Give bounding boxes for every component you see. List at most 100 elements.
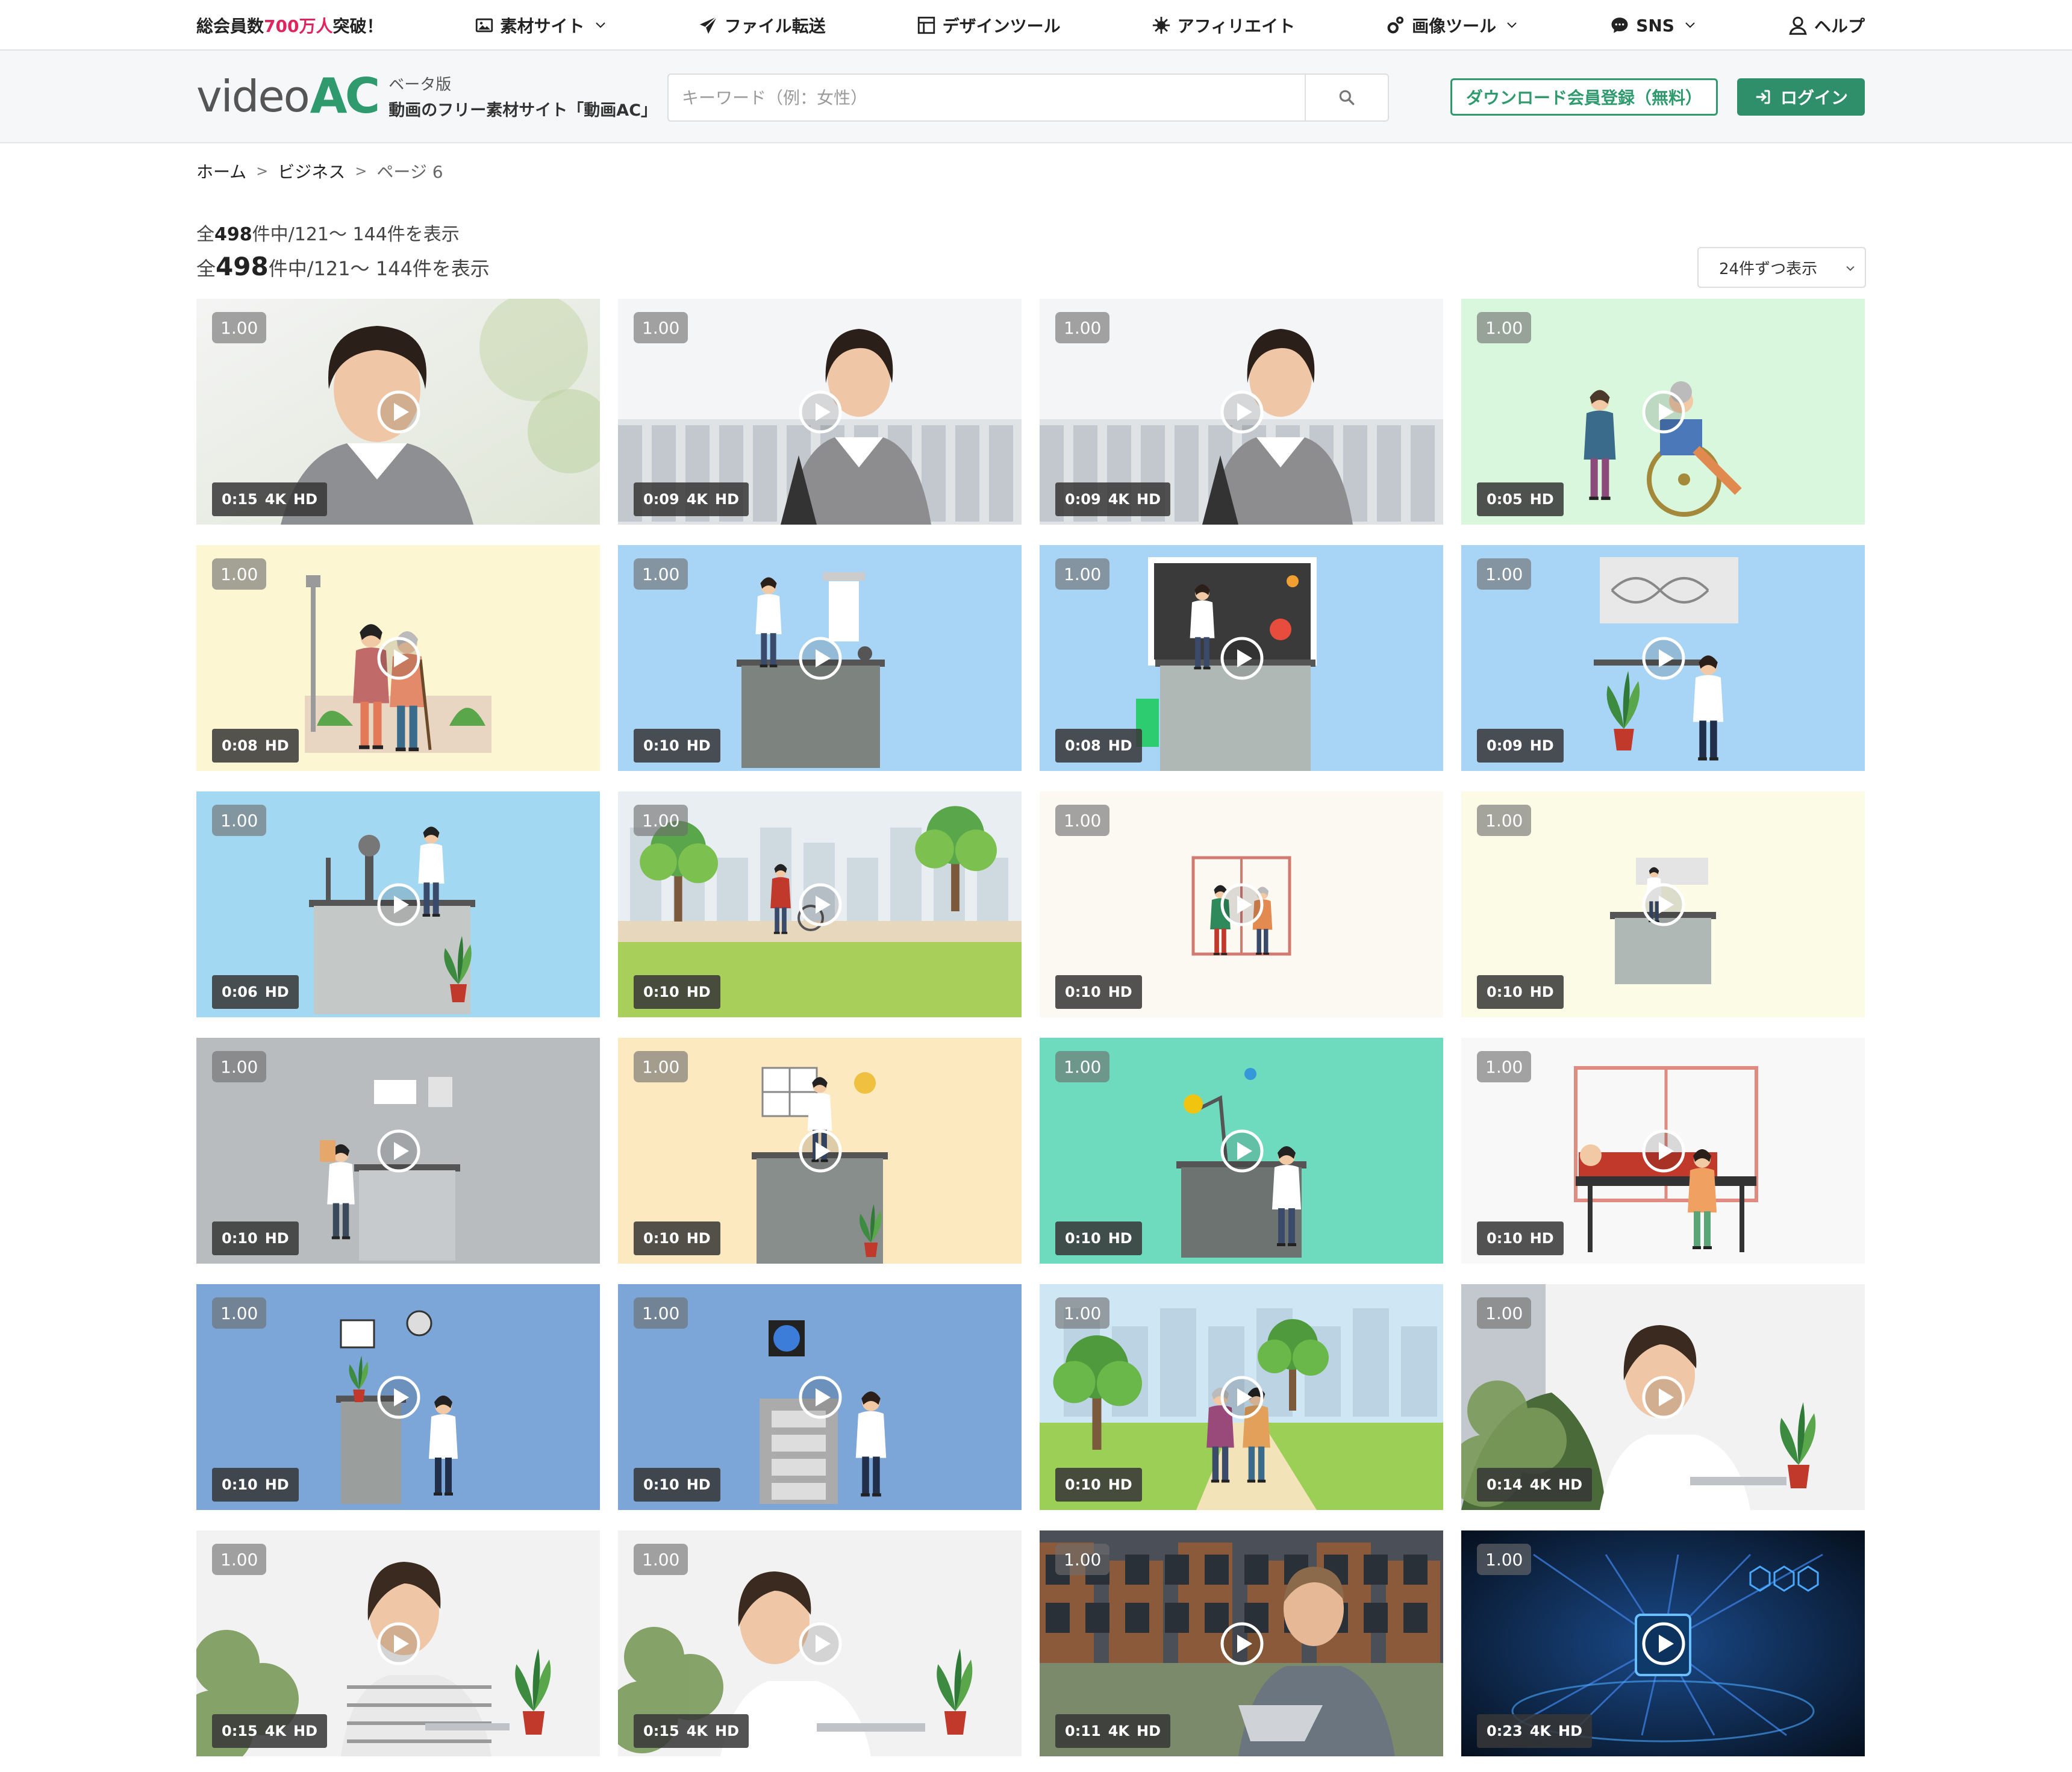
per-page-select[interactable]: 24件ずつ表示 [1697, 247, 1866, 288]
play-icon[interactable] [376, 1621, 421, 1666]
nav-sns[interactable]: SNS [1609, 15, 1697, 36]
duration-badge: 0:09 4K HD [634, 482, 749, 516]
video-card[interactable]: 1.00 0:14 4K HD [1461, 1284, 1865, 1510]
play-icon[interactable] [1220, 1375, 1264, 1420]
nav-image-tools-label: 画像ツール [1412, 16, 1497, 36]
play-icon[interactable] [798, 636, 843, 681]
resolution-4k-label: 4K [1529, 1723, 1551, 1739]
play-icon[interactable] [1220, 390, 1264, 434]
play-icon[interactable] [798, 390, 843, 434]
resolution-hd-label: HD [1558, 1476, 1583, 1493]
video-card[interactable]: 1.00 0:10 HD [1461, 1038, 1865, 1264]
play-icon[interactable] [1220, 882, 1264, 927]
video-card[interactable]: 1.00 0:10 HD [618, 545, 1022, 771]
duration-badge: 0:10 HD [1055, 975, 1142, 1009]
score-badge: 1.00 [1055, 312, 1110, 343]
video-card[interactable]: 1.00 0:08 HD [1040, 545, 1443, 771]
play-icon[interactable] [1641, 1375, 1686, 1420]
video-card[interactable]: 1.00 0:10 HD [196, 1284, 600, 1510]
video-card[interactable]: 1.00 0:10 HD [1040, 1038, 1443, 1264]
site-header: video AC ベータ版 動画のフリー素材サイト「動画AC」 ダウンロード会員… [0, 51, 2072, 143]
video-card[interactable]: 1.00 0:10 HD [618, 1038, 1022, 1264]
duration-badge: 0:15 4K HD [634, 1714, 749, 1748]
video-card[interactable]: 1.00 0:08 HD [196, 545, 600, 771]
video-card[interactable]: 1.00 0:05 HD [1461, 299, 1865, 525]
play-icon[interactable] [1641, 1129, 1686, 1173]
members-count: 700万人 [264, 16, 333, 36]
play-icon[interactable] [376, 882, 421, 927]
video-card[interactable]: 1.00 0:10 HD [196, 1038, 600, 1264]
resolution-hd-label: HD [686, 1230, 711, 1247]
register-button[interactable]: ダウンロード会員登録（無料） [1450, 78, 1718, 116]
search-button[interactable] [1305, 75, 1388, 120]
video-card[interactable]: 1.00 0:10 HD [1040, 1284, 1443, 1510]
beta-label: ベータ版 [388, 76, 452, 94]
video-card[interactable]: 1.00 0:15 4K HD [196, 1530, 600, 1756]
nav-design-tool-label: デザインツール [942, 16, 1061, 36]
play-icon[interactable] [1641, 390, 1686, 434]
play-icon[interactable] [1641, 636, 1686, 681]
video-card[interactable]: 1.00 0:15 4K HD [618, 1530, 1022, 1756]
play-icon[interactable] [1641, 882, 1686, 927]
video-card[interactable]: 1.00 0:10 HD [1040, 791, 1443, 1017]
paper-plane-icon [699, 16, 717, 34]
nav-image-tools[interactable]: 画像ツール [1385, 13, 1519, 37]
video-card[interactable]: 1.00 0:15 4K HD [196, 299, 600, 525]
per-page-value: 24件ずつ表示 [1719, 260, 1818, 278]
play-icon[interactable] [798, 1621, 843, 1666]
play-icon[interactable] [798, 882, 843, 927]
breadcrumb-business[interactable]: ビジネス [278, 159, 345, 183]
video-card[interactable]: 1.00 0:11 4K HD [1040, 1530, 1443, 1756]
play-icon[interactable] [1220, 1621, 1264, 1666]
nav-material-sites[interactable]: 素材サイト [474, 13, 608, 37]
resolution-4k-label: 4K [1108, 491, 1129, 508]
play-icon[interactable] [376, 1375, 421, 1420]
video-card[interactable]: 1.00 0:23 4K HD [1461, 1530, 1865, 1756]
resolution-hd-label: HD [1137, 491, 1161, 508]
site-logo[interactable]: video AC ベータ版 動画のフリー素材サイト「動画AC」 [196, 72, 657, 120]
login-button[interactable]: ログイン [1737, 78, 1865, 116]
chevron-down-icon [1507, 22, 1517, 28]
video-card[interactable]: 1.00 0:09 HD [1461, 545, 1865, 771]
duration-badge: 0:10 HD [634, 729, 720, 763]
play-icon[interactable] [798, 1129, 843, 1173]
play-icon[interactable] [1220, 1129, 1264, 1173]
play-icon[interactable] [376, 1129, 421, 1173]
resolution-hd-label: HD [264, 984, 289, 1000]
score-badge: 1.00 [634, 312, 688, 343]
play-icon[interactable] [1220, 636, 1264, 681]
video-card[interactable]: 1.00 0:10 HD [1461, 791, 1865, 1017]
video-duration: 0:14 [1487, 1476, 1523, 1493]
video-duration: 0:08 [222, 737, 258, 754]
video-card[interactable]: 1.00 0:10 HD [618, 791, 1022, 1017]
play-icon[interactable] [1641, 1621, 1686, 1666]
video-duration: 0:10 [1065, 984, 1101, 1000]
duration-badge: 0:09 HD [1477, 729, 1564, 763]
video-card[interactable]: 1.00 0:06 HD [196, 791, 600, 1017]
duration-badge: 0:14 4K HD [1477, 1468, 1593, 1502]
nav-design-tool[interactable]: デザインツール [916, 13, 1061, 37]
play-icon[interactable] [376, 636, 421, 681]
video-duration: 0:06 [222, 984, 258, 1000]
play-icon[interactable] [798, 1375, 843, 1420]
play-icon[interactable] [376, 390, 421, 434]
duration-badge: 0:10 HD [1055, 1221, 1142, 1255]
resolution-4k-label: 4K [1108, 1723, 1129, 1739]
nav-file-transfer[interactable]: ファイル転送 [698, 13, 826, 37]
nav-affiliate[interactable]: アフィリエイト [1151, 13, 1295, 37]
video-card[interactable]: 1.00 0:09 4K HD [1040, 299, 1443, 525]
score-badge: 1.00 [212, 1544, 267, 1575]
score-badge: 1.00 [1477, 558, 1532, 590]
nav-help[interactable]: ヘルプ [1788, 13, 1865, 37]
video-card[interactable]: 1.00 0:10 HD [618, 1284, 1022, 1510]
search-input[interactable] [669, 75, 1305, 120]
resolution-4k-label: 4K [264, 1723, 286, 1739]
video-card[interactable]: 1.00 0:09 4K HD [618, 299, 1022, 525]
duration-badge: 0:10 HD [1055, 1468, 1142, 1502]
search-icon [1339, 90, 1355, 105]
result-prefix: 全 [196, 224, 214, 245]
score-badge: 1.00 [1477, 805, 1532, 836]
chevron-down-icon [1846, 266, 1855, 271]
breadcrumb-home[interactable]: ホーム [196, 159, 246, 183]
nav-material-sites-label: 素材サイト [500, 16, 585, 36]
